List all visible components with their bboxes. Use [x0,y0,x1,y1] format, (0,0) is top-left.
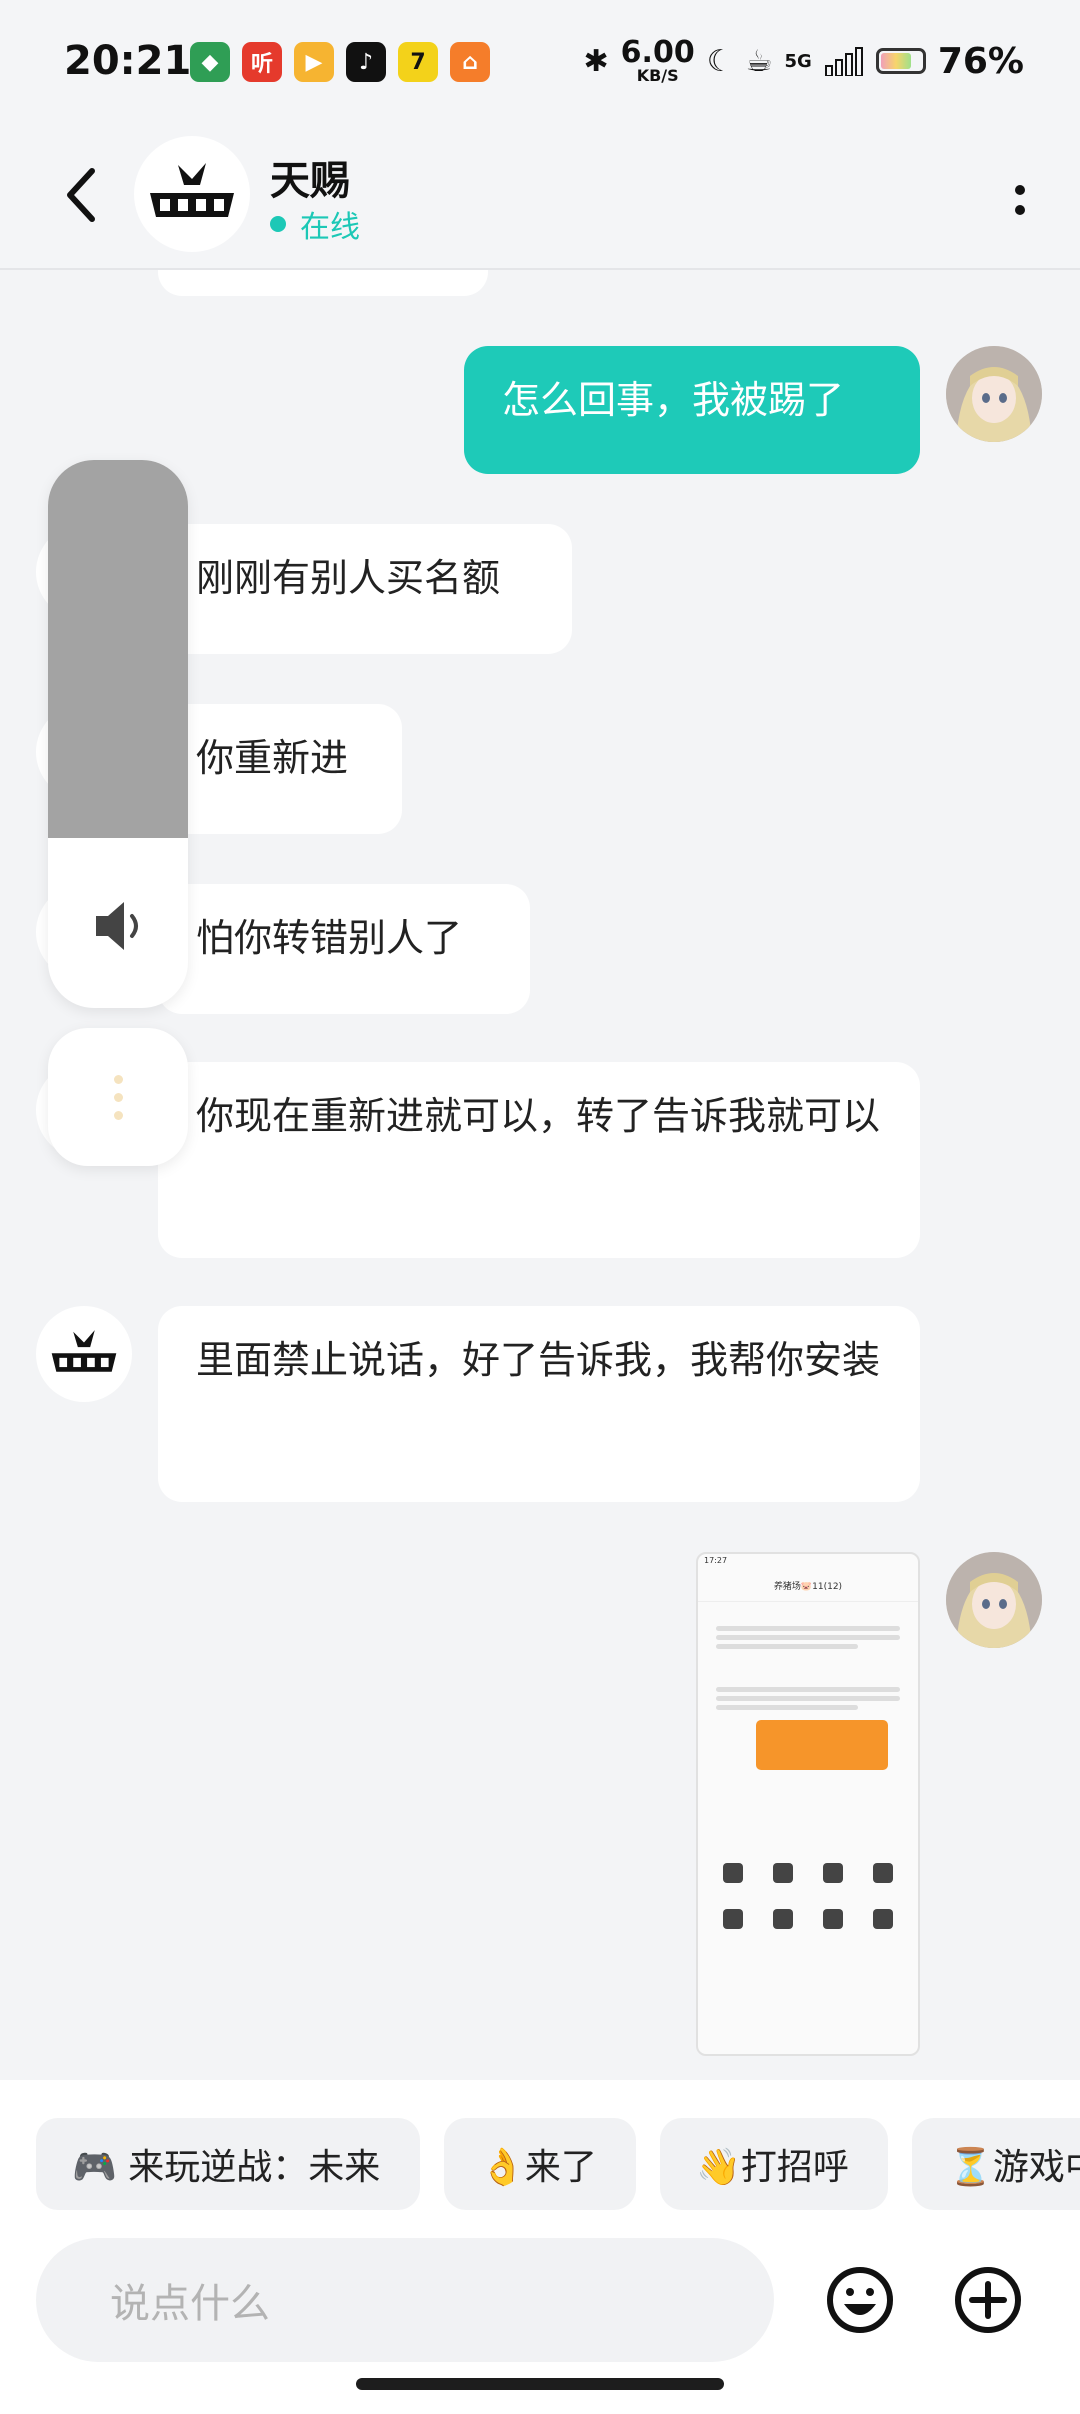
preview-payment-card [756,1720,888,1770]
more-options-button[interactable] [1000,172,1040,228]
volume-slider[interactable] [48,460,188,1008]
back-button[interactable] [50,160,110,230]
preview-text-line [716,1635,900,1640]
my-avatar[interactable] [946,1552,1042,1648]
clock: 20:21 [64,38,192,84]
message-bubble[interactable]: 怕你转错别人了 [158,884,530,1014]
message-bubble[interactable]: 刚刚有别人买名额 [158,524,572,654]
preview-text-line [716,1705,858,1710]
online-dot-icon [270,216,286,232]
preview-attachment-grid [698,1849,918,1943]
message-input[interactable]: 说点什么 [36,2238,774,2362]
message-bubble[interactable]: 里面禁止说话，好了告诉我，我帮你安装 [158,1306,920,1502]
network-type: 5G [784,50,812,72]
hotspot-icon: ☕ [745,43,773,79]
back-arrow-icon [67,168,95,222]
preview-chat-title: 养猪场🐷11(12) [698,1570,918,1602]
message-bubble[interactable]: 你重新进 [158,704,402,834]
battery-icon [875,48,926,74]
emoji-button[interactable] [826,2266,894,2334]
volume-level [48,460,188,838]
message-bubble[interactable]: 怎么回事，我被踢了 [464,346,920,474]
quick-reply-chip[interactable]: 👌来了 [444,2118,636,2210]
anime-girl-avatar-icon [946,1552,1042,1648]
preview-text-line [716,1696,900,1701]
contact-avatar-small[interactable] [36,1306,132,1402]
app-notification-icon: ⌂ [450,42,490,82]
quick-reply-chip[interactable]: 👋打招呼 [660,2118,888,2210]
app-notification-icon: ◆ [190,42,230,82]
network-speed: 6.00 KB/S [620,35,695,85]
preview-text-line [716,1644,858,1649]
quick-reply-chip[interactable]: 🎮 来玩逆战：未来 [36,2118,420,2210]
volume-more-button[interactable] [48,1028,188,1166]
more-icon [1015,185,1025,195]
home-indicator[interactable] [356,2378,724,2390]
battery-percent: 76% [937,40,1024,82]
quick-reply-chip[interactable]: ⏳游戏中 [912,2118,1080,2210]
message-bubble[interactable]: 你现在重新进就可以，转了告诉我就可以 [158,1062,920,1258]
add-attachment-button[interactable] [954,2266,1022,2334]
brand-logo-icon [51,1330,117,1372]
anime-girl-avatar-icon [946,346,1042,442]
preview-status-time: 17:27 [704,1556,728,1565]
bluetooth-icon: ✱ [583,43,609,79]
do-not-disturb-icon: ☾ [706,43,734,79]
contact-name: 天赐 [270,158,350,204]
image-message[interactable]: 17:27 养猪场🐷11(12) [696,1552,920,2056]
my-avatar[interactable] [946,346,1042,442]
status-bar: 20:21 ◆ 听 ▶ ♪ 7 ⌂ ✱ 6.00 KB/S ☾ ☕ 5G 76% [0,0,1080,130]
app-notification-icon: 7 [398,42,438,82]
notification-icons: ◆ 听 ▶ ♪ 7 ⌂ [190,42,490,82]
preview-text-line [716,1626,900,1631]
presence-status: 在线 [270,202,360,246]
contact-avatar[interactable] [134,136,250,252]
preview-text-line [716,1687,900,1692]
signal-icon [824,47,863,76]
chat-header: 天赐 在线 [0,130,1080,270]
app-notification-icon: ▶ [294,42,334,82]
app-notification-icon: 听 [242,42,282,82]
vertical-dots-icon [113,1074,123,1084]
system-status: ✱ 6.00 KB/S ☾ ☕ 5G 76% [584,38,1024,84]
speaker-icon [96,902,138,950]
message-bubble-partial [158,270,488,296]
tiktok-icon: ♪ [346,42,386,82]
brand-logo-icon [150,163,234,217]
